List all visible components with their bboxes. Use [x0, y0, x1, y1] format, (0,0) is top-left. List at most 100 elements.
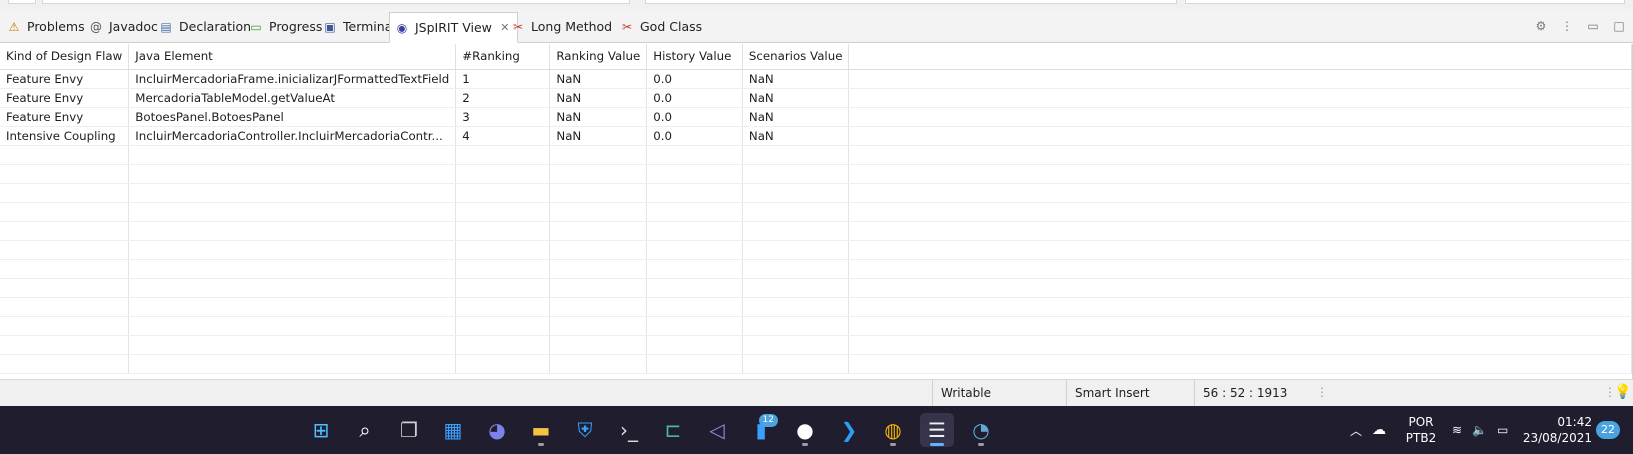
column-header[interactable]: Java Element: [128, 44, 457, 70]
table-cell: 0.0: [646, 126, 743, 146]
empty-table-row: [0, 354, 1632, 374]
empty-table-row: [0, 335, 1632, 355]
empty-cell: [128, 183, 457, 203]
status-bar: Writable Smart Insert 56 : 52 : 1913 ⋮ ⋮…: [0, 379, 1633, 406]
empty-cell: [742, 335, 850, 355]
store-icon[interactable]: ⛨: [568, 413, 602, 447]
chrome-icon[interactable]: ◍: [876, 413, 910, 447]
file-explorer-icon[interactable]: ▬: [524, 413, 558, 447]
show-hidden-icons-icon[interactable]: ︿: [1350, 422, 1362, 439]
jspirit-results-table: Kind of Design Flaw Java Element #Ranking R…: [0, 44, 1633, 379]
top-editor-strip: [0, 0, 1633, 9]
empty-cell: [646, 316, 743, 336]
input-language-indicator[interactable]: POR PTB2: [1404, 406, 1438, 454]
empty-cell: [646, 297, 743, 317]
search-icon[interactable]: ⌕: [348, 413, 382, 447]
empty-cell: [646, 145, 743, 165]
tab-jspirit-view[interactable]: ◉ JSpIRIT View ✕: [389, 12, 518, 43]
empty-cell: [848, 145, 1632, 165]
status-separator-handle: ⋮: [1316, 385, 1328, 399]
empty-cell: [455, 164, 551, 184]
store-icon-glyph: ⛨: [577, 418, 593, 442]
windows-terminal-icon[interactable]: ›_: [612, 413, 646, 447]
table-cell-filler: [848, 69, 1632, 89]
app-icon-glyph: ◔: [972, 418, 990, 442]
empty-cell: [455, 278, 551, 298]
teams-chat-icon[interactable]: ◕: [480, 413, 514, 447]
windows-start-icon[interactable]: ⊞: [304, 413, 338, 447]
vscode-icon[interactable]: ❯: [832, 413, 866, 447]
eclipse-che-icon-glyph: ⊏: [664, 418, 682, 442]
view-tab-bar: ⚙ ⋮ ▭ □ ⚠ Problems @ Javadoc ▤ Declaration ▭ Pr…: [0, 9, 1633, 43]
empty-cell: [848, 183, 1632, 203]
github-icon[interactable]: ●: [788, 413, 822, 447]
editor-area-fragment: [645, 0, 1177, 4]
empty-cell: [848, 335, 1632, 355]
empty-cell: [848, 221, 1632, 241]
running-indicator: [978, 443, 984, 446]
tab-declaration[interactable]: ▤ Declaration: [154, 13, 255, 40]
eclipse-icon[interactable]: ☰: [920, 413, 954, 447]
column-header[interactable]: History Value: [646, 44, 743, 70]
table-row[interactable]: Feature Envy MercadoriaTableModel.getValu…: [0, 88, 1632, 108]
app-icon[interactable]: ◔: [964, 413, 998, 447]
task-view-icon[interactable]: ❐: [392, 413, 426, 447]
empty-table-row: [0, 259, 1632, 279]
notes-icon[interactable]: ▮ 12: [744, 413, 778, 447]
empty-cell: [646, 240, 743, 260]
onedrive-cloud-icon[interactable]: ☁: [1372, 422, 1386, 438]
tab-javadoc[interactable]: @ Javadoc: [84, 13, 162, 40]
empty-cell: [549, 202, 648, 222]
column-header[interactable]: #Ranking: [455, 44, 551, 70]
minimize-icon[interactable]: ▭: [1585, 18, 1601, 34]
view-menu-icon[interactable]: ⋮: [1559, 18, 1575, 34]
tab-god-class[interactable]: ✂ God Class: [615, 13, 706, 40]
empty-cell: [128, 240, 457, 260]
tab-terminal[interactable]: ▣ Terminal: [318, 13, 400, 40]
tab-progress[interactable]: ▭ Progress: [244, 13, 326, 40]
empty-cell: [455, 240, 551, 260]
table-cell: MercadoriaTableModel.getValueAt: [128, 88, 457, 108]
empty-cell: [848, 164, 1632, 184]
column-header[interactable]: Scenarios Value: [742, 44, 850, 70]
column-header[interactable]: Kind of Design Flaw: [0, 44, 130, 70]
empty-cell: [455, 221, 551, 241]
visual-studio-icon[interactable]: ◁: [700, 413, 734, 447]
battery-icon: ▭: [1497, 423, 1509, 437]
maximize-icon[interactable]: □: [1611, 18, 1627, 34]
problems-icon: ⚠: [8, 19, 20, 34]
notification-center[interactable]: 22: [1596, 406, 1620, 454]
running-indicator: [802, 443, 808, 446]
design-flaw-table: Kind of Design Flaw Java Element #Ranking R…: [0, 44, 1632, 374]
empty-cell: [128, 202, 457, 222]
quick-settings[interactable]: ≋ 🔈 ▭: [1452, 406, 1508, 454]
table-cell-filler: [848, 107, 1632, 127]
empty-cell: [646, 335, 743, 355]
widgets-icon[interactable]: ▦: [436, 413, 470, 447]
tab-problems[interactable]: ⚠ Problems: [2, 13, 89, 40]
widgets-icon-glyph: ▦: [443, 418, 463, 442]
clock[interactable]: 01:42 23/08/2021: [1523, 406, 1592, 454]
view-settings-icon[interactable]: ⚙: [1533, 18, 1549, 34]
empty-cell: [742, 221, 850, 241]
tab-label: Long Method: [531, 19, 613, 34]
empty-cell: [549, 164, 648, 184]
empty-cell: [646, 202, 743, 222]
empty-cell: [0, 183, 130, 203]
progress-icon: ▭: [250, 19, 262, 34]
empty-table-row: [0, 316, 1632, 336]
empty-cell: [549, 240, 648, 260]
tab-long-method[interactable]: ✂ Long Method: [506, 13, 616, 40]
table-row[interactable]: Feature Envy IncluirMercadoriaFrame.inici…: [0, 69, 1632, 89]
empty-cell: [455, 202, 551, 222]
table-row[interactable]: Feature Envy BotoesPanel.BotoesPanel 3 NaN 0…: [0, 107, 1632, 127]
column-header[interactable]: Ranking Value: [549, 44, 648, 70]
empty-cell: [128, 335, 457, 355]
eclipse-icon-glyph: ☰: [928, 418, 946, 442]
table-row[interactable]: Intensive Coupling IncluirMercadoriaContr…: [0, 126, 1632, 146]
empty-cell: [848, 278, 1632, 298]
empty-table-row: [0, 297, 1632, 317]
eclipse-che-icon[interactable]: ⊏: [656, 413, 690, 447]
tip-lightbulb-icon[interactable]: 💡: [1614, 384, 1631, 400]
empty-cell: [0, 316, 130, 336]
